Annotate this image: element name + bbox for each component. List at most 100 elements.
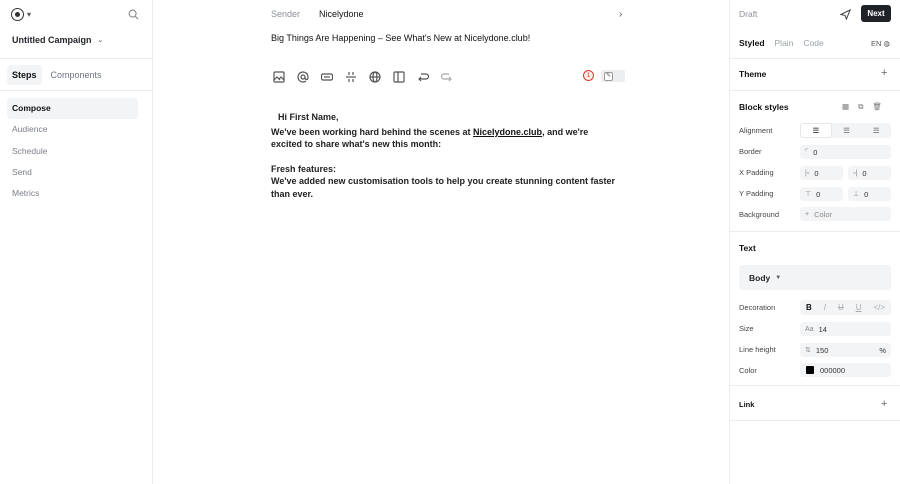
- workspace-switcher[interactable]: ▾: [11, 8, 31, 21]
- button-block-icon[interactable]: [318, 70, 335, 84]
- columns-icon[interactable]: [390, 70, 407, 84]
- chevron-right-icon[interactable]: ›: [619, 9, 622, 20]
- features-heading: Fresh features:: [271, 163, 337, 174]
- border-value: 0: [813, 147, 818, 157]
- divider: [730, 231, 900, 232]
- trash-icon[interactable]: 🗑: [872, 102, 882, 112]
- line-height-icon: ⇅: [805, 347, 811, 354]
- chevron-down-icon: ⌄: [97, 37, 104, 44]
- theme-section-title: Theme: [739, 69, 767, 79]
- border-label: Border: [739, 147, 762, 156]
- globe-icon: ◍: [883, 39, 890, 48]
- divider: [0, 90, 153, 91]
- font-size-input[interactable]: Aa 14: [800, 322, 891, 336]
- redo-icon[interactable]: [438, 70, 455, 84]
- bold-icon[interactable]: B: [806, 303, 812, 312]
- step-metrics[interactable]: Metrics: [7, 183, 138, 204]
- send-test-icon[interactable]: [840, 9, 851, 20]
- border-input[interactable]: ⌜ 0: [800, 145, 891, 159]
- align-right-icon[interactable]: ☰: [861, 123, 891, 138]
- tab-components[interactable]: Components: [46, 65, 107, 85]
- border-icon: ⌜: [805, 149, 809, 156]
- features-text: We've added new customisation tools to h…: [271, 176, 616, 199]
- body-paragraph: We've been working hard behind the scene…: [271, 126, 616, 151]
- align-left-icon[interactable]: ☰: [800, 123, 832, 138]
- strikethrough-icon[interactable]: U: [838, 303, 844, 312]
- line-height-value: 150: [815, 345, 829, 355]
- email-editor: Sender Nicelydone › Big Things Are Happe…: [153, 0, 729, 484]
- padding-right-icon: ▫|: [853, 169, 858, 177]
- subject-line[interactable]: Big Things Are Happening – See What's Ne…: [271, 33, 530, 43]
- divider: [730, 90, 900, 91]
- email-body[interactable]: Hi First Name, We've been working hard b…: [271, 111, 616, 212]
- sender-label: Sender: [271, 9, 301, 19]
- y-padding-bottom-value: 0: [864, 189, 869, 199]
- search-icon[interactable]: [128, 9, 139, 20]
- underline-icon[interactable]: U: [856, 303, 862, 312]
- text-color-input[interactable]: 000000: [800, 363, 891, 377]
- padding-bottom-icon: ⊥: [853, 191, 860, 198]
- x-padding-left-input[interactable]: |▫ 0: [800, 166, 843, 180]
- font-size-icon: Aa: [805, 325, 814, 333]
- x-padding-right-input[interactable]: ▫| 0: [848, 166, 891, 180]
- chevron-down-icon: ▼: [775, 274, 782, 281]
- tab-plain[interactable]: Plain: [775, 38, 794, 48]
- email-campaign-editor: ▾ Untitled Campaign ⌄ Steps Components C…: [0, 0, 900, 484]
- y-padding-label: Y Padding: [739, 189, 774, 198]
- line-height-input[interactable]: ⇅ 150%: [800, 343, 891, 357]
- block-style-actions: ▦ ⧉ 🗑: [842, 102, 882, 112]
- align-center-icon[interactable]: ☰: [832, 123, 862, 138]
- size-label: Size: [739, 324, 754, 333]
- image-block-icon[interactable]: [270, 70, 287, 84]
- tab-code[interactable]: Code: [803, 38, 823, 48]
- x-padding-right-value: 0: [862, 168, 867, 178]
- link-section-title: Link: [739, 400, 755, 409]
- x-padding-left-value: 0: [814, 168, 819, 178]
- sender-row[interactable]: Sender Nicelydone: [271, 9, 364, 19]
- background-label: Background: [739, 210, 780, 219]
- step-send[interactable]: Send: [7, 162, 138, 183]
- next-button[interactable]: Next: [861, 5, 891, 22]
- campaign-title-dropdown[interactable]: Untitled Campaign ⌄: [12, 35, 103, 45]
- divider: [730, 420, 900, 421]
- y-padding-top-input[interactable]: ⊤ 0: [800, 187, 843, 201]
- language-selector[interactable]: EN ◍: [871, 39, 890, 48]
- undo-icon[interactable]: [414, 70, 431, 84]
- grid-icon[interactable]: ▦: [842, 102, 849, 112]
- add-link-icon[interactable]: +: [881, 398, 887, 410]
- error-count-badge[interactable]: 1: [583, 70, 594, 81]
- y-padding-bottom-input[interactable]: ⊥ 0: [848, 187, 891, 201]
- tab-styled[interactable]: Styled: [739, 38, 765, 48]
- nicelydone-link[interactable]: Nicelydone.club: [473, 127, 542, 137]
- sidebar-tabs: Steps Components: [7, 65, 107, 85]
- plus-icon: +: [805, 210, 810, 218]
- edit-mode-toggle[interactable]: ✎: [601, 70, 625, 82]
- text-style-dropdown[interactable]: Body ▼: [739, 265, 891, 290]
- mention-icon[interactable]: [294, 70, 311, 84]
- steps-list: Compose Audience Schedule Send Metrics: [7, 98, 138, 204]
- step-audience[interactable]: Audience: [7, 119, 138, 140]
- color-swatch[interactable]: [806, 366, 814, 374]
- step-compose[interactable]: Compose: [7, 98, 138, 120]
- italic-icon[interactable]: I: [824, 303, 826, 312]
- globe-icon[interactable]: [366, 70, 383, 84]
- text-style-value: Body: [749, 272, 771, 283]
- background-color-input[interactable]: + Color: [800, 207, 891, 221]
- code-icon[interactable]: </>: [873, 303, 885, 312]
- line-height-unit: %: [879, 345, 886, 355]
- greeting-text: Hi First Name,: [278, 112, 339, 122]
- decoration-label: Decoration: [739, 303, 776, 312]
- features-block: Fresh features: We've added new customisa…: [271, 163, 616, 201]
- text-section-title: Text: [739, 243, 756, 253]
- alignment-label: Alignment: [739, 126, 773, 135]
- copy-icon[interactable]: ⧉: [858, 102, 863, 112]
- language-code: EN: [871, 39, 882, 48]
- tab-steps[interactable]: Steps: [7, 65, 42, 85]
- divider: [730, 385, 900, 386]
- y-padding-top-value: 0: [816, 189, 821, 199]
- step-schedule[interactable]: Schedule: [7, 141, 138, 162]
- divider-block-icon[interactable]: [342, 70, 359, 84]
- edit-icon: ✎: [604, 71, 613, 81]
- add-theme-icon[interactable]: +: [881, 67, 887, 79]
- text-color-value: 000000: [820, 365, 846, 375]
